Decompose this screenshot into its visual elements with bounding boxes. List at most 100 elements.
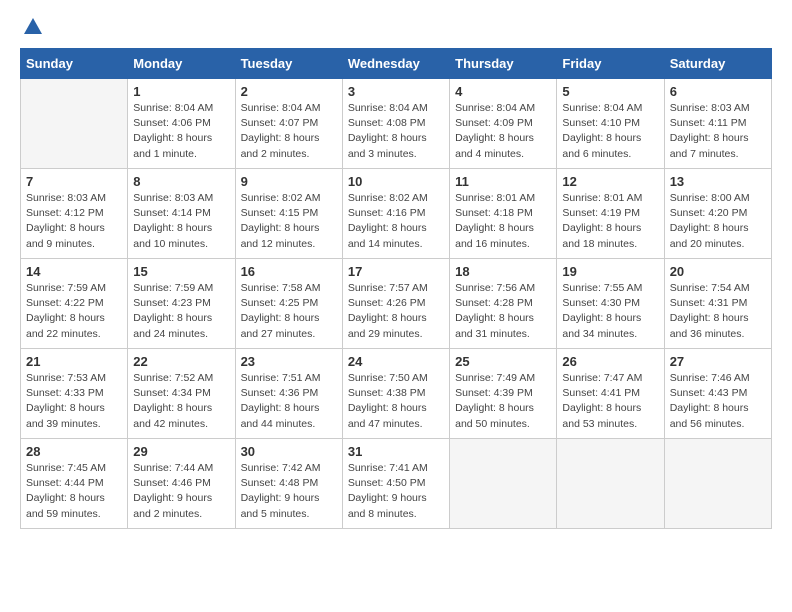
day-number: 23 [241, 354, 337, 369]
day-number: 26 [562, 354, 658, 369]
day-info: Sunrise: 8:02 AMSunset: 4:15 PMDaylight:… [241, 191, 337, 252]
logo-icon [22, 16, 44, 38]
header-friday: Friday [557, 49, 664, 79]
day-info: Sunrise: 7:54 AMSunset: 4:31 PMDaylight:… [670, 281, 766, 342]
calendar-week-1: 7Sunrise: 8:03 AMSunset: 4:12 PMDaylight… [21, 169, 772, 259]
day-number: 9 [241, 174, 337, 189]
calendar-day-25: 25 Sunrise: 7:49 AMSunset: 4:39 PMDayligh… [450, 349, 557, 439]
calendar-day-12: 12 Sunrise: 8:01 AMSunset: 4:19 PMDayligh… [557, 169, 664, 259]
day-info: Sunrise: 8:00 AMSunset: 4:20 PMDaylight:… [670, 191, 766, 252]
day-number: 30 [241, 444, 337, 459]
day-number: 17 [348, 264, 444, 279]
day-info: Sunrise: 7:49 AMSunset: 4:39 PMDaylight:… [455, 371, 551, 432]
day-number: 10 [348, 174, 444, 189]
day-number: 15 [133, 264, 229, 279]
calendar-day-16: 16 Sunrise: 7:58 AMSunset: 4:25 PMDayligh… [235, 259, 342, 349]
calendar-week-2: 14Sunrise: 7:59 AMSunset: 4:22 PMDayligh… [21, 259, 772, 349]
day-info: Sunrise: 7:52 AMSunset: 4:34 PMDaylight:… [133, 371, 229, 432]
calendar-day-23: 23Sunrise: 7:51 AMSunset: 4:36 PMDayligh… [235, 349, 342, 439]
day-info: Sunrise: 7:53 AMSunset: 4:33 PMDaylight:… [26, 371, 122, 432]
calendar-day-31: 31 Sunrise: 7:41 AMSunset: 4:50 PMDayligh… [342, 439, 449, 529]
day-number: 19 [562, 264, 658, 279]
calendar-day-6: 6 Sunrise: 8:03 AMSunset: 4:11 PMDaylight… [664, 79, 771, 169]
calendar-day-15: 15 Sunrise: 7:59 AMSunset: 4:23 PMDayligh… [128, 259, 235, 349]
day-number: 21 [26, 354, 122, 369]
header-sunday: Sunday [21, 49, 128, 79]
day-number: 6 [670, 84, 766, 99]
day-info: Sunrise: 7:56 AMSunset: 4:28 PMDaylight:… [455, 281, 551, 342]
day-info: Sunrise: 8:04 AMSunset: 4:06 PMDaylight:… [133, 101, 229, 162]
header-thursday: Thursday [450, 49, 557, 79]
day-number: 8 [133, 174, 229, 189]
day-number: 12 [562, 174, 658, 189]
day-info: Sunrise: 7:44 AMSunset: 4:46 PMDaylight:… [133, 461, 229, 522]
day-number: 2 [241, 84, 337, 99]
calendar-day-28: 28 Sunrise: 7:45 AMSunset: 4:44 PMDayligh… [21, 439, 128, 529]
calendar-day-20: 20 Sunrise: 7:54 AMSunset: 4:31 PMDayligh… [664, 259, 771, 349]
day-number: 16 [241, 264, 337, 279]
header-tuesday: Tuesday [235, 49, 342, 79]
day-number: 13 [670, 174, 766, 189]
day-number: 3 [348, 84, 444, 99]
day-number: 29 [133, 444, 229, 459]
calendar-day-empty [664, 439, 771, 529]
day-number: 27 [670, 354, 766, 369]
page-header [20, 20, 772, 38]
day-info: Sunrise: 8:02 AMSunset: 4:16 PMDaylight:… [348, 191, 444, 252]
calendar-day-13: 13 Sunrise: 8:00 AMSunset: 4:20 PMDayligh… [664, 169, 771, 259]
day-number: 5 [562, 84, 658, 99]
day-number: 18 [455, 264, 551, 279]
day-info: Sunrise: 7:42 AMSunset: 4:48 PMDaylight:… [241, 461, 337, 522]
day-info: Sunrise: 7:41 AMSunset: 4:50 PMDaylight:… [348, 461, 444, 522]
day-number: 31 [348, 444, 444, 459]
calendar-day-empty [21, 79, 128, 169]
day-info: Sunrise: 7:46 AMSunset: 4:43 PMDaylight:… [670, 371, 766, 432]
day-number: 1 [133, 84, 229, 99]
calendar-day-17: 17 Sunrise: 7:57 AMSunset: 4:26 PMDayligh… [342, 259, 449, 349]
calendar-day-1: 1 Sunrise: 8:04 AMSunset: 4:06 PMDaylight… [128, 79, 235, 169]
day-info: Sunrise: 8:01 AMSunset: 4:19 PMDaylight:… [562, 191, 658, 252]
day-info: Sunrise: 8:04 AMSunset: 4:08 PMDaylight:… [348, 101, 444, 162]
calendar-day-11: 11Sunrise: 8:01 AMSunset: 4:18 PMDayligh… [450, 169, 557, 259]
day-info: Sunrise: 8:03 AMSunset: 4:14 PMDaylight:… [133, 191, 229, 252]
calendar-day-24: 24Sunrise: 7:50 AMSunset: 4:38 PMDayligh… [342, 349, 449, 439]
day-number: 20 [670, 264, 766, 279]
day-info: Sunrise: 8:03 AMSunset: 4:12 PMDaylight:… [26, 191, 122, 252]
calendar-day-3: 3 Sunrise: 8:04 AMSunset: 4:08 PMDaylight… [342, 79, 449, 169]
calendar-day-22: 22Sunrise: 7:52 AMSunset: 4:34 PMDayligh… [128, 349, 235, 439]
header-wednesday: Wednesday [342, 49, 449, 79]
header-saturday: Saturday [664, 49, 771, 79]
calendar-day-7: 7Sunrise: 8:03 AMSunset: 4:12 PMDaylight… [21, 169, 128, 259]
calendar-day-empty [557, 439, 664, 529]
day-info: Sunrise: 8:01 AMSunset: 4:18 PMDaylight:… [455, 191, 551, 252]
calendar-header-row: SundayMondayTuesdayWednesdayThursdayFrid… [21, 49, 772, 79]
day-info: Sunrise: 7:57 AMSunset: 4:26 PMDaylight:… [348, 281, 444, 342]
header-monday: Monday [128, 49, 235, 79]
calendar: SundayMondayTuesdayWednesdayThursdayFrid… [20, 48, 772, 529]
calendar-day-9: 9 Sunrise: 8:02 AMSunset: 4:15 PMDaylight… [235, 169, 342, 259]
day-info: Sunrise: 7:45 AMSunset: 4:44 PMDaylight:… [26, 461, 122, 522]
day-number: 4 [455, 84, 551, 99]
calendar-day-30: 30 Sunrise: 7:42 AMSunset: 4:48 PMDayligh… [235, 439, 342, 529]
day-number: 14 [26, 264, 122, 279]
day-info: Sunrise: 7:59 AMSunset: 4:23 PMDaylight:… [133, 281, 229, 342]
day-number: 24 [348, 354, 444, 369]
calendar-day-4: 4 Sunrise: 8:04 AMSunset: 4:09 PMDaylight… [450, 79, 557, 169]
day-info: Sunrise: 7:47 AMSunset: 4:41 PMDaylight:… [562, 371, 658, 432]
calendar-week-3: 21 Sunrise: 7:53 AMSunset: 4:33 PMDayligh… [21, 349, 772, 439]
calendar-day-27: 27 Sunrise: 7:46 AMSunset: 4:43 PMDayligh… [664, 349, 771, 439]
calendar-day-10: 10 Sunrise: 8:02 AMSunset: 4:16 PMDayligh… [342, 169, 449, 259]
day-info: Sunrise: 8:04 AMSunset: 4:10 PMDaylight:… [562, 101, 658, 162]
day-info: Sunrise: 7:55 AMSunset: 4:30 PMDaylight:… [562, 281, 658, 342]
calendar-day-26: 26 Sunrise: 7:47 AMSunset: 4:41 PMDayligh… [557, 349, 664, 439]
day-info: Sunrise: 8:04 AMSunset: 4:07 PMDaylight:… [241, 101, 337, 162]
day-number: 25 [455, 354, 551, 369]
day-info: Sunrise: 7:58 AMSunset: 4:25 PMDaylight:… [241, 281, 337, 342]
calendar-day-29: 29 Sunrise: 7:44 AMSunset: 4:46 PMDayligh… [128, 439, 235, 529]
calendar-day-8: 8 Sunrise: 8:03 AMSunset: 4:14 PMDaylight… [128, 169, 235, 259]
calendar-day-5: 5 Sunrise: 8:04 AMSunset: 4:10 PMDaylight… [557, 79, 664, 169]
day-number: 28 [26, 444, 122, 459]
calendar-day-empty [450, 439, 557, 529]
day-info: Sunrise: 8:04 AMSunset: 4:09 PMDaylight:… [455, 101, 551, 162]
day-info: Sunrise: 8:03 AMSunset: 4:11 PMDaylight:… [670, 101, 766, 162]
